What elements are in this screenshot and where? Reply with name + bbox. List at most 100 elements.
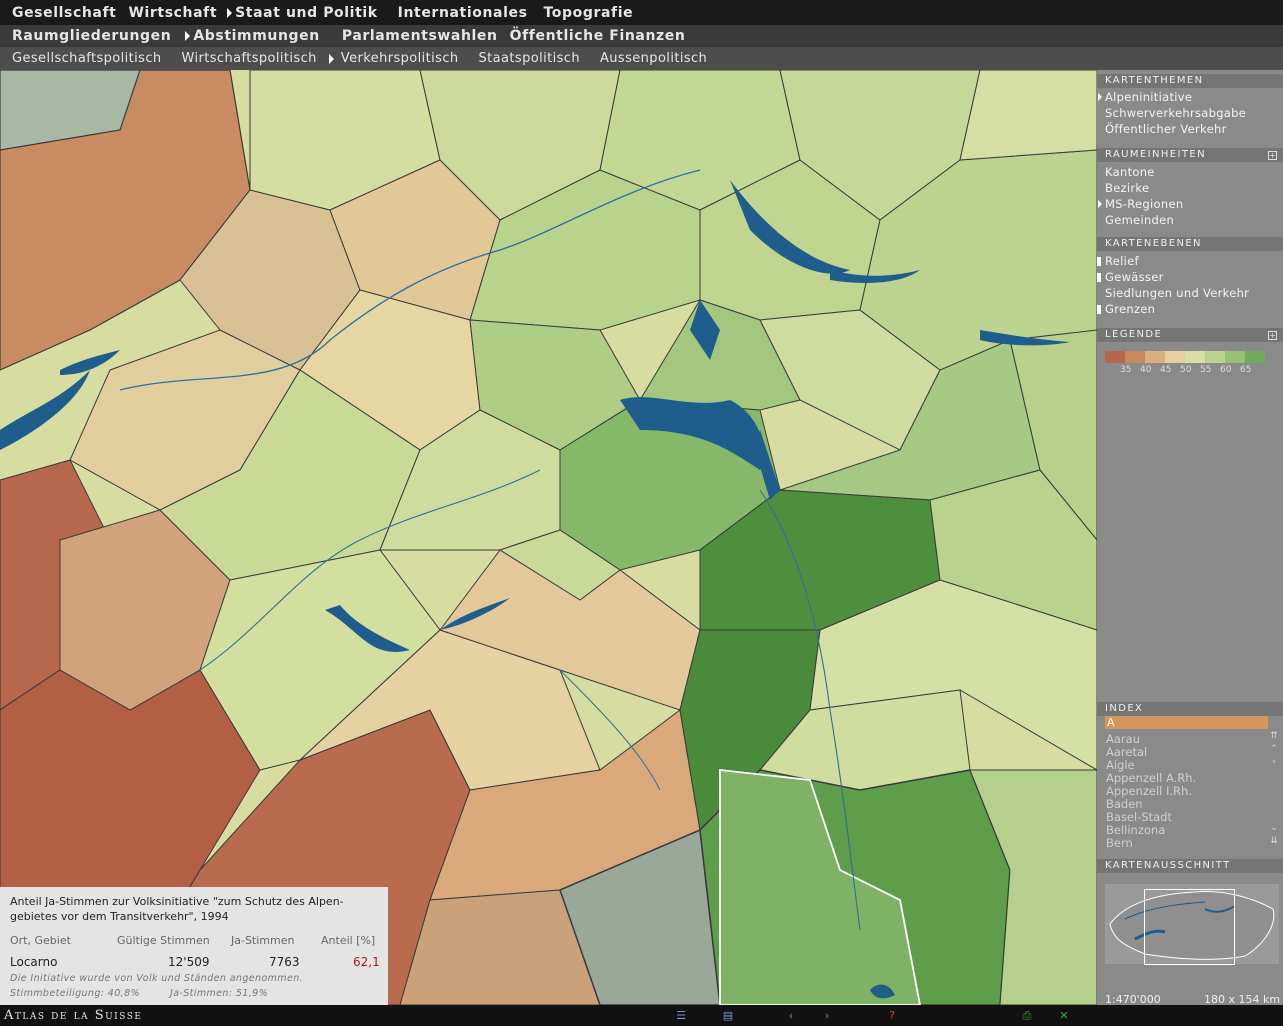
- legend-swatch: [1205, 351, 1225, 363]
- layer-gewaesser[interactable]: Gewässer: [1105, 270, 1164, 284]
- info-title-line2: gebietes vor dem Transitverkehr", 1994: [10, 910, 229, 923]
- side-panel: KARTENTHEMEN Alpeninitiative Schwerverke…: [1097, 70, 1283, 1006]
- units-title: RAUMEINHEITEN: [1105, 149, 1206, 160]
- menu-staatspolitisch[interactable]: Staatspolitisch: [469, 51, 590, 66]
- index-item[interactable]: Aaretal: [1106, 745, 1147, 759]
- menu-gesellschaftspolitisch[interactable]: Gesellschaftspolitisch: [0, 51, 172, 66]
- info-turnout: Stimmbeteiligung: 40,8%: [10, 988, 140, 999]
- legend-swatch: [1245, 351, 1265, 363]
- legend-label: 35: [1120, 365, 1132, 375]
- menu-internationales[interactable]: Internationales: [392, 5, 534, 21]
- viewport-rect[interactable]: [1144, 889, 1235, 965]
- legend-label: 40: [1140, 365, 1152, 375]
- main-menu: Gesellschaft Wirtschaft Staat und Politi…: [0, 0, 1283, 25]
- info-title-line1: Anteil Ja-Stimmen zur Volksinitiative "z…: [10, 895, 344, 908]
- info-yes-share: Ja-Stimmen: 51,9%: [170, 988, 269, 999]
- layer-grenzen[interactable]: Grenzen: [1105, 302, 1155, 316]
- menu-wirtschaftspolitisch[interactable]: Wirtschaftspolitisch: [172, 51, 327, 66]
- themes-header: KARTENTHEMEN: [1097, 74, 1283, 88]
- legend-swatch: [1105, 351, 1125, 363]
- unit-ms-regionen[interactable]: MS-Regionen: [1097, 197, 1183, 211]
- index-item[interactable]: Appenzell A.Rh.: [1106, 771, 1196, 785]
- menu-oeffentliche-finanzen[interactable]: Öffentliche Finanzen: [504, 28, 692, 44]
- relief-checkbox[interactable]: [1097, 257, 1101, 266]
- row-yes-votes: 7763: [269, 955, 300, 969]
- extract-header: KARTENAUSSCHNITT: [1097, 859, 1283, 873]
- legend-swatches: [1105, 351, 1265, 363]
- index-item[interactable]: Aigle: [1106, 758, 1135, 772]
- header-yes-votes: Ja-Stimmen: [231, 934, 295, 947]
- theme-oeffentlicher-verkehr[interactable]: Öffentlicher Verkehr: [1105, 122, 1227, 136]
- scroll-down-icon[interactable]: ⌄: [1268, 823, 1280, 834]
- legend-swatch: [1225, 351, 1245, 363]
- close-icon[interactable]: ✕: [1057, 1009, 1071, 1022]
- borders-checkbox[interactable]: [1097, 305, 1101, 314]
- legend-swatch: [1185, 351, 1205, 363]
- scroll-left-icon[interactable]: ‹: [1268, 757, 1280, 768]
- index-item[interactable]: Bern: [1106, 836, 1133, 850]
- header-share: Anteil [%]: [321, 934, 376, 947]
- index-header: INDEX: [1097, 702, 1283, 716]
- sub-menu: Raumgliederungen Abstimmungen Parlaments…: [0, 25, 1283, 47]
- unit-bezirke[interactable]: Bezirke: [1105, 181, 1149, 195]
- menu-wirtschaft[interactable]: Wirtschaft: [122, 5, 223, 21]
- legend-label: 55: [1200, 365, 1212, 375]
- index-selected[interactable]: A: [1105, 716, 1268, 729]
- unit-gemeinden[interactable]: Gemeinden: [1105, 213, 1174, 227]
- brand-logo: Atlas de la Suisse: [4, 1008, 143, 1023]
- info-title: Anteil Ja-Stimmen zur Volksinitiative "z…: [10, 894, 380, 924]
- forward-icon[interactable]: ›: [820, 1009, 834, 1022]
- legend-swatch: [1165, 351, 1185, 363]
- info-note: Die Initiative wurde von Volk und Stände…: [10, 973, 304, 984]
- scroll-top-icon[interactable]: ⇈: [1268, 731, 1280, 742]
- row-share: 62,1: [353, 955, 380, 969]
- menu-topografie[interactable]: Topografie: [538, 5, 640, 21]
- menu-aussenpolitisch[interactable]: Aussenpolitisch: [590, 51, 717, 66]
- menu-gesellschaft[interactable]: Gesellschaft: [0, 5, 122, 21]
- document-icon[interactable]: ▤: [721, 1009, 735, 1022]
- legend-title: LEGENDE: [1105, 329, 1163, 340]
- scroll-up-icon[interactable]: ⌃: [1268, 744, 1280, 755]
- header-place: Ort, Gebiet: [10, 934, 71, 947]
- menu-verkehrspolitisch[interactable]: Verkehrspolitisch: [328, 51, 469, 66]
- back-icon[interactable]: ‹: [784, 1009, 798, 1022]
- menu-abstimmungen[interactable]: Abstimmungen: [185, 28, 325, 44]
- topic-menu: Gesellschaftspolitisch Wirtschaftspoliti…: [0, 47, 1283, 70]
- overview-map[interactable]: [1105, 884, 1279, 965]
- index-item[interactable]: Basel-Stadt: [1106, 810, 1172, 824]
- index-item[interactable]: Bellinzona: [1106, 823, 1165, 837]
- theme-alpeninitiative[interactable]: Alpeninitiative: [1097, 90, 1192, 104]
- menu-parlamentswahlen[interactable]: Parlamentswahlen: [336, 28, 504, 44]
- menu-raumgliederungen[interactable]: Raumgliederungen: [0, 28, 177, 44]
- expand-icon[interactable]: +: [1268, 331, 1277, 340]
- legend-swatch: [1145, 351, 1165, 363]
- theme-schwerverkehrsabgabe[interactable]: Schwerverkehrsabgabe: [1105, 106, 1246, 120]
- layers-header: KARTENEBENEN: [1097, 237, 1283, 251]
- map-canvas[interactable]: [0, 70, 1097, 1005]
- info-box: Anteil Ja-Stimmen zur Volksinitiative "z…: [0, 887, 388, 1005]
- index-item[interactable]: Appenzell I.Rh.: [1106, 784, 1192, 798]
- waters-checkbox[interactable]: [1097, 273, 1101, 282]
- legend-label: 65: [1240, 365, 1252, 375]
- unit-kantone[interactable]: Kantone: [1105, 165, 1155, 179]
- menu-staat-und-politik[interactable]: Staat und Politik: [227, 5, 384, 21]
- layer-siedlungen[interactable]: Siedlungen und Verkehr: [1105, 286, 1249, 300]
- header-valid-votes: Gültige Stimmen: [117, 934, 210, 947]
- legend-label: 50: [1180, 365, 1192, 375]
- scroll-bottom-icon[interactable]: ⇊: [1268, 836, 1280, 847]
- index-item[interactable]: Baden: [1106, 797, 1143, 811]
- units-header: RAUMEINHEITEN +: [1097, 148, 1283, 162]
- layer-relief[interactable]: Relief: [1105, 254, 1139, 268]
- help-icon[interactable]: ?: [885, 1009, 899, 1022]
- choropleth-map[interactable]: [0, 70, 1097, 1005]
- list-icon[interactable]: ☰: [674, 1009, 688, 1022]
- legend-header: LEGENDE +: [1097, 328, 1283, 342]
- legend-swatch: [1125, 351, 1145, 363]
- legend-label: 45: [1160, 365, 1172, 375]
- row-valid-votes: 12'509: [168, 955, 210, 969]
- bottom-bar: Atlas de la Suisse ☰ ▤ ‹ › ? ⎙ ✕: [0, 1005, 1283, 1026]
- expand-icon[interactable]: +: [1268, 151, 1277, 160]
- print-icon[interactable]: ⎙: [1020, 1009, 1034, 1022]
- row-place: Locarno: [10, 955, 58, 969]
- index-item[interactable]: Aarau: [1106, 732, 1140, 746]
